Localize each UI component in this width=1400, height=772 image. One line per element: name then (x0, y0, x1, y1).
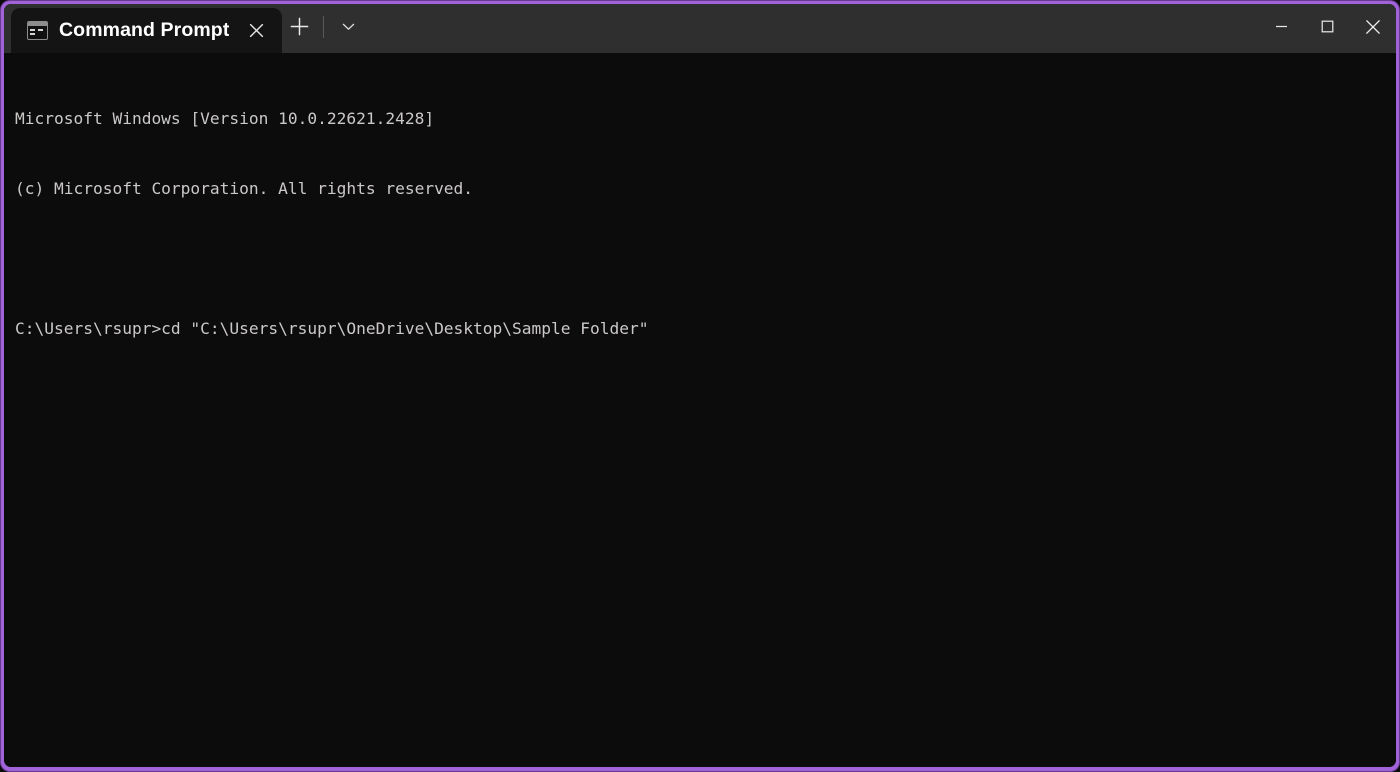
titlebar[interactable]: Command Prompt (4, 4, 1396, 53)
close-window-icon[interactable] (1350, 4, 1396, 49)
new-tab-icon[interactable] (282, 10, 316, 44)
tab-command-prompt[interactable]: Command Prompt (11, 8, 283, 53)
terminal-line: (c) Microsoft Corporation. All rights re… (15, 179, 474, 199)
close-tab-icon[interactable] (240, 15, 272, 47)
tab-actions-divider (323, 15, 325, 38)
window-controls (1258, 4, 1396, 53)
terminal-window: Command Prompt Microsoft Windows [Versio… (0, 0, 1400, 772)
tab-title-label: Command Prompt (59, 20, 230, 41)
tab-strip: Command Prompt (4, 4, 283, 53)
chevron-down-icon[interactable] (331, 10, 365, 44)
terminal-line: Microsoft Windows [Version 10.0.22621.24… (15, 108, 435, 128)
minimize-icon[interactable] (1258, 4, 1304, 49)
terminal-console[interactable]: Microsoft Windows [Version 10.0.22621.24… (4, 53, 1396, 767)
terminal-line-command: C:\Users\rsupr>cd "C:\Users\rsupr\OneDri… (15, 319, 649, 339)
tab-actions (282, 4, 365, 53)
window-inner: Command Prompt Microsoft Windows [Versio… (4, 4, 1396, 767)
maximize-icon[interactable] (1304, 4, 1350, 49)
console-icon (27, 21, 48, 40)
terminal-output: Microsoft Windows [Version 10.0.22621.24… (15, 60, 1396, 388)
